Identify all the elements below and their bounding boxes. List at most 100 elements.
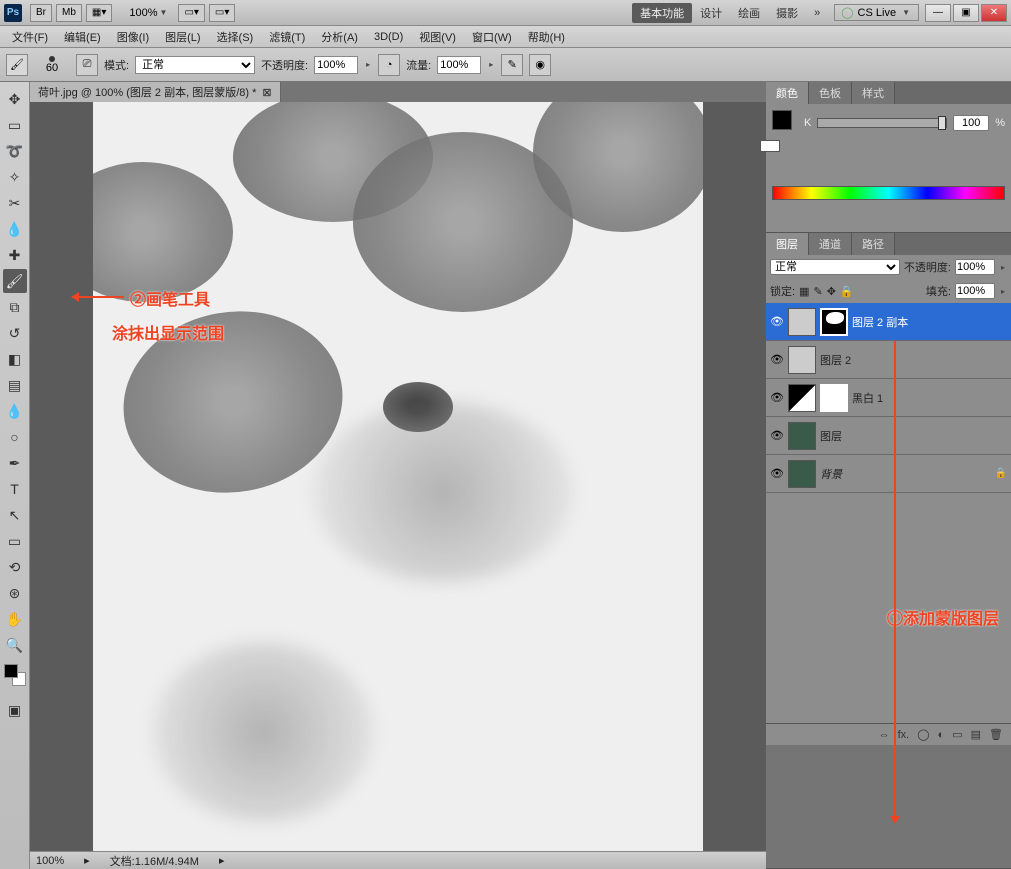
lock-trans-icon[interactable]: ▦ <box>799 285 809 298</box>
menu-3d[interactable]: 3D(D) <box>366 29 411 45</box>
close-tab-icon[interactable]: ⊠ <box>262 86 271 99</box>
tool-preset-icon[interactable]: 🖌 <box>6 54 28 76</box>
wand-tool[interactable]: ✧ <box>3 165 27 189</box>
visibility-icon[interactable]: 👁 <box>770 353 784 366</box>
lock-all-icon[interactable]: 🔒 <box>840 285 854 298</box>
link-layers-icon[interactable]: ⇔ <box>879 729 890 741</box>
menu-view[interactable]: 视图(V) <box>411 27 464 47</box>
layer-thumb[interactable] <box>788 308 816 336</box>
color-swatch[interactable] <box>4 664 26 686</box>
menu-file[interactable]: 文件(F) <box>4 27 56 47</box>
group-icon[interactable]: ▭ <box>952 728 962 741</box>
layer-name[interactable]: 图层 2 <box>820 352 1007 368</box>
layer-mask-thumb[interactable] <box>820 384 848 412</box>
workspace-design[interactable]: 设计 <box>692 3 730 23</box>
quickmask-tool[interactable]: ▣ <box>3 698 27 722</box>
view-extras-button[interactable]: ▦▾ <box>86 4 112 22</box>
k-slider[interactable] <box>817 118 947 128</box>
workspace-more[interactable]: » <box>806 5 828 21</box>
layer-name[interactable]: 图层 <box>820 428 1007 444</box>
heal-tool[interactable]: ✚ <box>3 243 27 267</box>
marquee-tool[interactable]: ▭ <box>3 113 27 137</box>
status-docinfo[interactable]: 文档:1.16M/4.94M <box>110 853 199 869</box>
menu-help[interactable]: 帮助(H) <box>520 27 573 47</box>
opacity-input[interactable] <box>314 56 358 74</box>
layer-opacity-input[interactable] <box>955 259 995 275</box>
layer-fx-icon[interactable]: fx. <box>898 729 910 741</box>
lasso-tool[interactable]: ➰ <box>3 139 27 163</box>
hand-tool[interactable]: ✋ <box>3 607 27 631</box>
layer-thumb[interactable] <box>788 346 816 374</box>
layer-row[interactable]: 👁 图层 <box>766 417 1011 455</box>
workspace-paint[interactable]: 绘画 <box>730 3 768 23</box>
add-mask-icon[interactable]: ◯ <box>917 728 929 741</box>
crop-tool[interactable]: ✂ <box>3 191 27 215</box>
canvas[interactable] <box>93 102 703 851</box>
layer-row[interactable]: 👁 黑白 1 <box>766 379 1011 417</box>
layer-blend-select[interactable]: 正常 <box>770 259 900 275</box>
eraser-tool[interactable]: ◧ <box>3 347 27 371</box>
menu-image[interactable]: 图像(I) <box>109 27 157 47</box>
gradient-tool[interactable]: ▤ <box>3 373 27 397</box>
pen-tool[interactable]: ✒ <box>3 451 27 475</box>
3d-camera-tool[interactable]: ⊛ <box>3 581 27 605</box>
adjustment-thumb[interactable] <box>788 384 816 412</box>
workspace-photo[interactable]: 摄影 <box>768 3 806 23</box>
layer-name[interactable]: 背景 <box>820 466 991 482</box>
layer-thumb[interactable] <box>788 460 816 488</box>
layer-mask-thumb[interactable] <box>820 308 848 336</box>
color-spectrum[interactable] <box>772 186 1005 200</box>
status-zoom[interactable]: 100% <box>36 855 64 867</box>
adjustment-layer-icon[interactable]: ◐ <box>938 729 945 741</box>
eyedropper-tool[interactable]: 💧 <box>3 217 27 241</box>
cslive-button[interactable]: ◯CS Live▼ <box>834 4 919 21</box>
layer-row[interactable]: 👁 图层 2 <box>766 341 1011 379</box>
layer-row[interactable]: 👁 背景 🔒 <box>766 455 1011 493</box>
zoom-level[interactable]: 100% ▼ <box>124 4 174 22</box>
trash-icon[interactable]: 🗑 <box>989 728 1003 741</box>
menu-window[interactable]: 窗口(W) <box>464 27 520 47</box>
document-tab[interactable]: 荷叶.jpg @ 100% (图层 2 副本, 图层蒙版/8) *⊠ <box>30 82 281 102</box>
close-button[interactable]: ✕ <box>981 4 1007 22</box>
lock-paint-icon[interactable]: ✎ <box>813 285 822 298</box>
pressure-size-icon[interactable]: ◉ <box>529 54 551 76</box>
stamp-tool[interactable]: ⧉ <box>3 295 27 319</box>
3d-tool[interactable]: ⟲ <box>3 555 27 579</box>
flow-input[interactable] <box>437 56 481 74</box>
maximize-button[interactable]: ▣ <box>953 4 979 22</box>
new-layer-icon[interactable]: ▤ <box>971 728 981 741</box>
brush-preview[interactable]: 60 <box>34 51 70 79</box>
layer-name[interactable]: 黑白 1 <box>852 390 1007 406</box>
zoom-tool[interactable]: 🔍 <box>3 633 27 657</box>
layer-thumb[interactable] <box>788 422 816 450</box>
minimize-button[interactable]: — <box>925 4 951 22</box>
shape-tool[interactable]: ▭ <box>3 529 27 553</box>
channels-tab[interactable]: 通道 <box>809 233 852 255</box>
visibility-icon[interactable]: 👁 <box>770 429 784 442</box>
airbrush-icon[interactable]: ✎ <box>501 54 523 76</box>
swatches-tab[interactable]: 色板 <box>809 82 852 104</box>
brush-tool[interactable]: 🖌 <box>3 269 27 293</box>
menu-analysis[interactable]: 分析(A) <box>313 27 366 47</box>
path-select-tool[interactable]: ↖ <box>3 503 27 527</box>
minibridge-button[interactable]: Mb <box>56 4 82 22</box>
layer-fill-input[interactable] <box>955 283 995 299</box>
layer-name[interactable]: 图层 2 副本 <box>852 314 1007 330</box>
styles-tab[interactable]: 样式 <box>852 82 895 104</box>
menu-filter[interactable]: 滤镜(T) <box>261 27 313 47</box>
blur-tool[interactable]: 💧 <box>3 399 27 423</box>
lock-pos-icon[interactable]: ✥ <box>827 285 836 298</box>
blend-mode-select[interactable]: 正常 <box>135 56 255 74</box>
color-tab[interactable]: 颜色 <box>766 82 809 104</box>
brush-panel-toggle[interactable]: ⎚ <box>76 54 98 76</box>
menu-edit[interactable]: 编辑(E) <box>56 27 109 47</box>
layers-tab[interactable]: 图层 <box>766 233 809 255</box>
visibility-icon[interactable]: 👁 <box>770 467 784 480</box>
layer-row[interactable]: 👁 图层 2 副本 <box>766 303 1011 341</box>
pressure-opacity-icon[interactable]: ◔ <box>378 54 400 76</box>
screen-mode-button[interactable]: ▭▾ <box>209 4 235 22</box>
arrange-button[interactable]: ▭▾ <box>178 4 204 22</box>
bridge-button[interactable]: Br <box>30 4 52 22</box>
dodge-tool[interactable]: ○ <box>3 425 27 449</box>
paths-tab[interactable]: 路径 <box>852 233 895 255</box>
